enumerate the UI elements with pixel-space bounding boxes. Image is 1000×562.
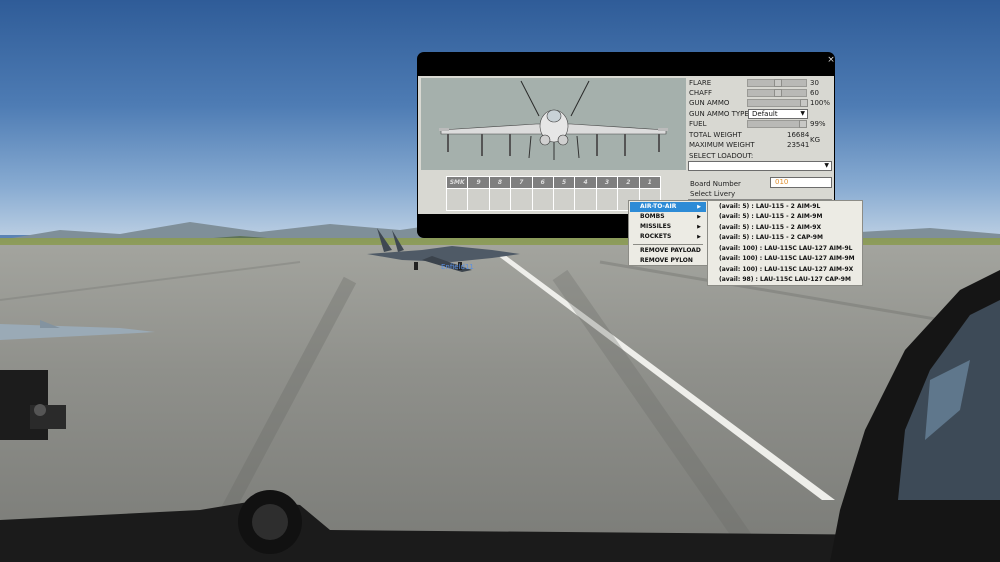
fuel-slider[interactable] (747, 120, 807, 128)
board-number-label: Board Number (690, 180, 741, 188)
menu-item-label: MISSILES (640, 223, 672, 230)
pylon-header-3: 3 (595, 176, 619, 189)
pylon-slot-4[interactable] (574, 188, 597, 211)
fuel-label: FUEL (689, 120, 707, 128)
board-number-input[interactable]: 010 (770, 177, 832, 188)
chevron-right-icon: ▶ (697, 224, 701, 230)
menu-item-label: AIR-TO-AIR (640, 203, 677, 210)
menu-item-missiles[interactable]: MISSILES ▶ (630, 222, 706, 232)
gun-ammo-type-label: GUN AMMO TYPE (689, 110, 749, 118)
cockpit-panel-left (0, 370, 66, 440)
menu-item-remove-payload[interactable]: REMOVE PAYLOAD (630, 246, 706, 256)
pylon-slot-8[interactable] (488, 188, 512, 211)
pylon-header-7: 7 (510, 176, 533, 189)
chevron-down-icon: ▼ (824, 162, 829, 169)
aircraft-front-view (439, 80, 668, 160)
total-weight-value: 16684 (787, 131, 810, 139)
gun-ammo-slider[interactable] (747, 99, 808, 107)
pylon-slot-smk[interactable] (445, 188, 469, 211)
menu-item-remove-pylon[interactable]: REMOVE PYLON (630, 256, 706, 266)
fuel-slider-knob[interactable] (799, 120, 807, 128)
pylon-header-4: 4 (574, 176, 597, 189)
menu-item-label: ROCKETS (640, 233, 672, 240)
submenu-item[interactable]: (avail: 5) : LAU-115 - 2 AIM-9L (709, 202, 861, 212)
aircraft-label: Enfield11 (441, 263, 474, 271)
gun-ammo-type-select[interactable]: Default ▼ (748, 109, 808, 119)
pylon-header-2: 2 (617, 176, 640, 189)
maximum-weight-label: MAXIMUM WEIGHT (689, 141, 755, 149)
submenu-item[interactable]: (avail: 5) : LAU-115 - 2 AIM-9M (709, 212, 861, 222)
chevron-right-icon: ▶ (697, 214, 701, 220)
pylon-slot-6[interactable] (531, 188, 554, 211)
pylon-slot-9[interactable] (467, 188, 490, 211)
livery-label: Select Livery (690, 190, 736, 198)
submenu-item[interactable]: (avail: 5) : LAU-115 - 2 CAP-9M (709, 233, 861, 243)
chevron-right-icon: ▶ (697, 234, 701, 240)
chevron-right-icon: ▶ (697, 204, 701, 210)
menu-item-air-to-air[interactable]: AIR-TO-AIR ▶ (630, 202, 706, 212)
pylon-header-1: 1 (638, 176, 661, 189)
chevron-down-icon: ▼ (800, 110, 805, 117)
loadout-select[interactable]: ▼ (688, 161, 832, 171)
pylon-header-5: 5 (552, 176, 576, 189)
pylon-header-row: SMK 9 8 7 6 5 4 3 2 1 (445, 176, 661, 189)
close-icon[interactable]: × (827, 55, 835, 65)
menu-separator (633, 244, 703, 245)
air-to-air-submenu: (avail: 5) : LAU-115 - 2 AIM-9L (avail: … (707, 200, 863, 286)
pylon-slot-7[interactable] (510, 188, 533, 211)
pylon-header-9: 9 (467, 176, 490, 189)
submenu-item[interactable]: (avail: 5) : LAU-115 - 2 AIM-9X (709, 223, 861, 233)
flare-slider-knob[interactable] (774, 79, 782, 87)
total-weight-label: TOTAL WEIGHT (689, 131, 742, 139)
flare-value: 30 (810, 79, 819, 87)
flare-label: FLARE (689, 79, 712, 87)
maximum-weight-value: 23541 (787, 141, 810, 149)
gun-ammo-type-value: Default (752, 110, 778, 118)
submenu-item[interactable]: (avail: 100) : LAU-115C LAU-127 AIM-9L (709, 244, 861, 254)
chaff-slider-knob[interactable] (774, 89, 782, 97)
menu-item-rockets[interactable]: ROCKETS ▶ (630, 232, 706, 242)
pylon-context-menu: AIR-TO-AIR ▶ BOMBS ▶ MISSILES ▶ ROCKETS … (628, 200, 708, 266)
gun-ammo-label: GUN AMMO (689, 99, 730, 107)
wing-missile (0, 320, 155, 340)
submenu-item[interactable]: (avail: 100) : LAU-115C LAU-127 AIM-9X (709, 265, 861, 275)
menu-item-bombs[interactable]: BOMBS ▶ (630, 212, 706, 222)
aircraft-preview (421, 78, 686, 170)
select-loadout-label: SELECT LOADOUT: (689, 152, 754, 160)
pylon-header-8: 8 (488, 176, 512, 189)
pylon-header-6: 6 (531, 176, 554, 189)
flare-slider[interactable] (747, 79, 807, 87)
chaff-slider[interactable] (747, 89, 807, 97)
submenu-item[interactable]: (avail: 98) : LAU-115C LAU-127 CAP-9M (709, 275, 861, 285)
chaff-value: 60 (810, 89, 819, 97)
canopy-frame (830, 270, 1000, 562)
fuel-value: 99% (810, 120, 826, 128)
chaff-label: CHAFF (689, 89, 712, 97)
pylon-header-smk: SMK (445, 176, 469, 189)
weight-unit: KG (810, 136, 821, 144)
pylon-slot-5[interactable] (552, 188, 576, 211)
gun-ammo-slider-knob[interactable] (800, 99, 808, 107)
menu-item-label: BOMBS (640, 213, 665, 220)
pylon-slot-3[interactable] (595, 188, 619, 211)
gun-ammo-value: 100% (810, 99, 831, 107)
submenu-item[interactable]: (avail: 100) : LAU-115C LAU-127 AIM-9M (709, 254, 861, 264)
